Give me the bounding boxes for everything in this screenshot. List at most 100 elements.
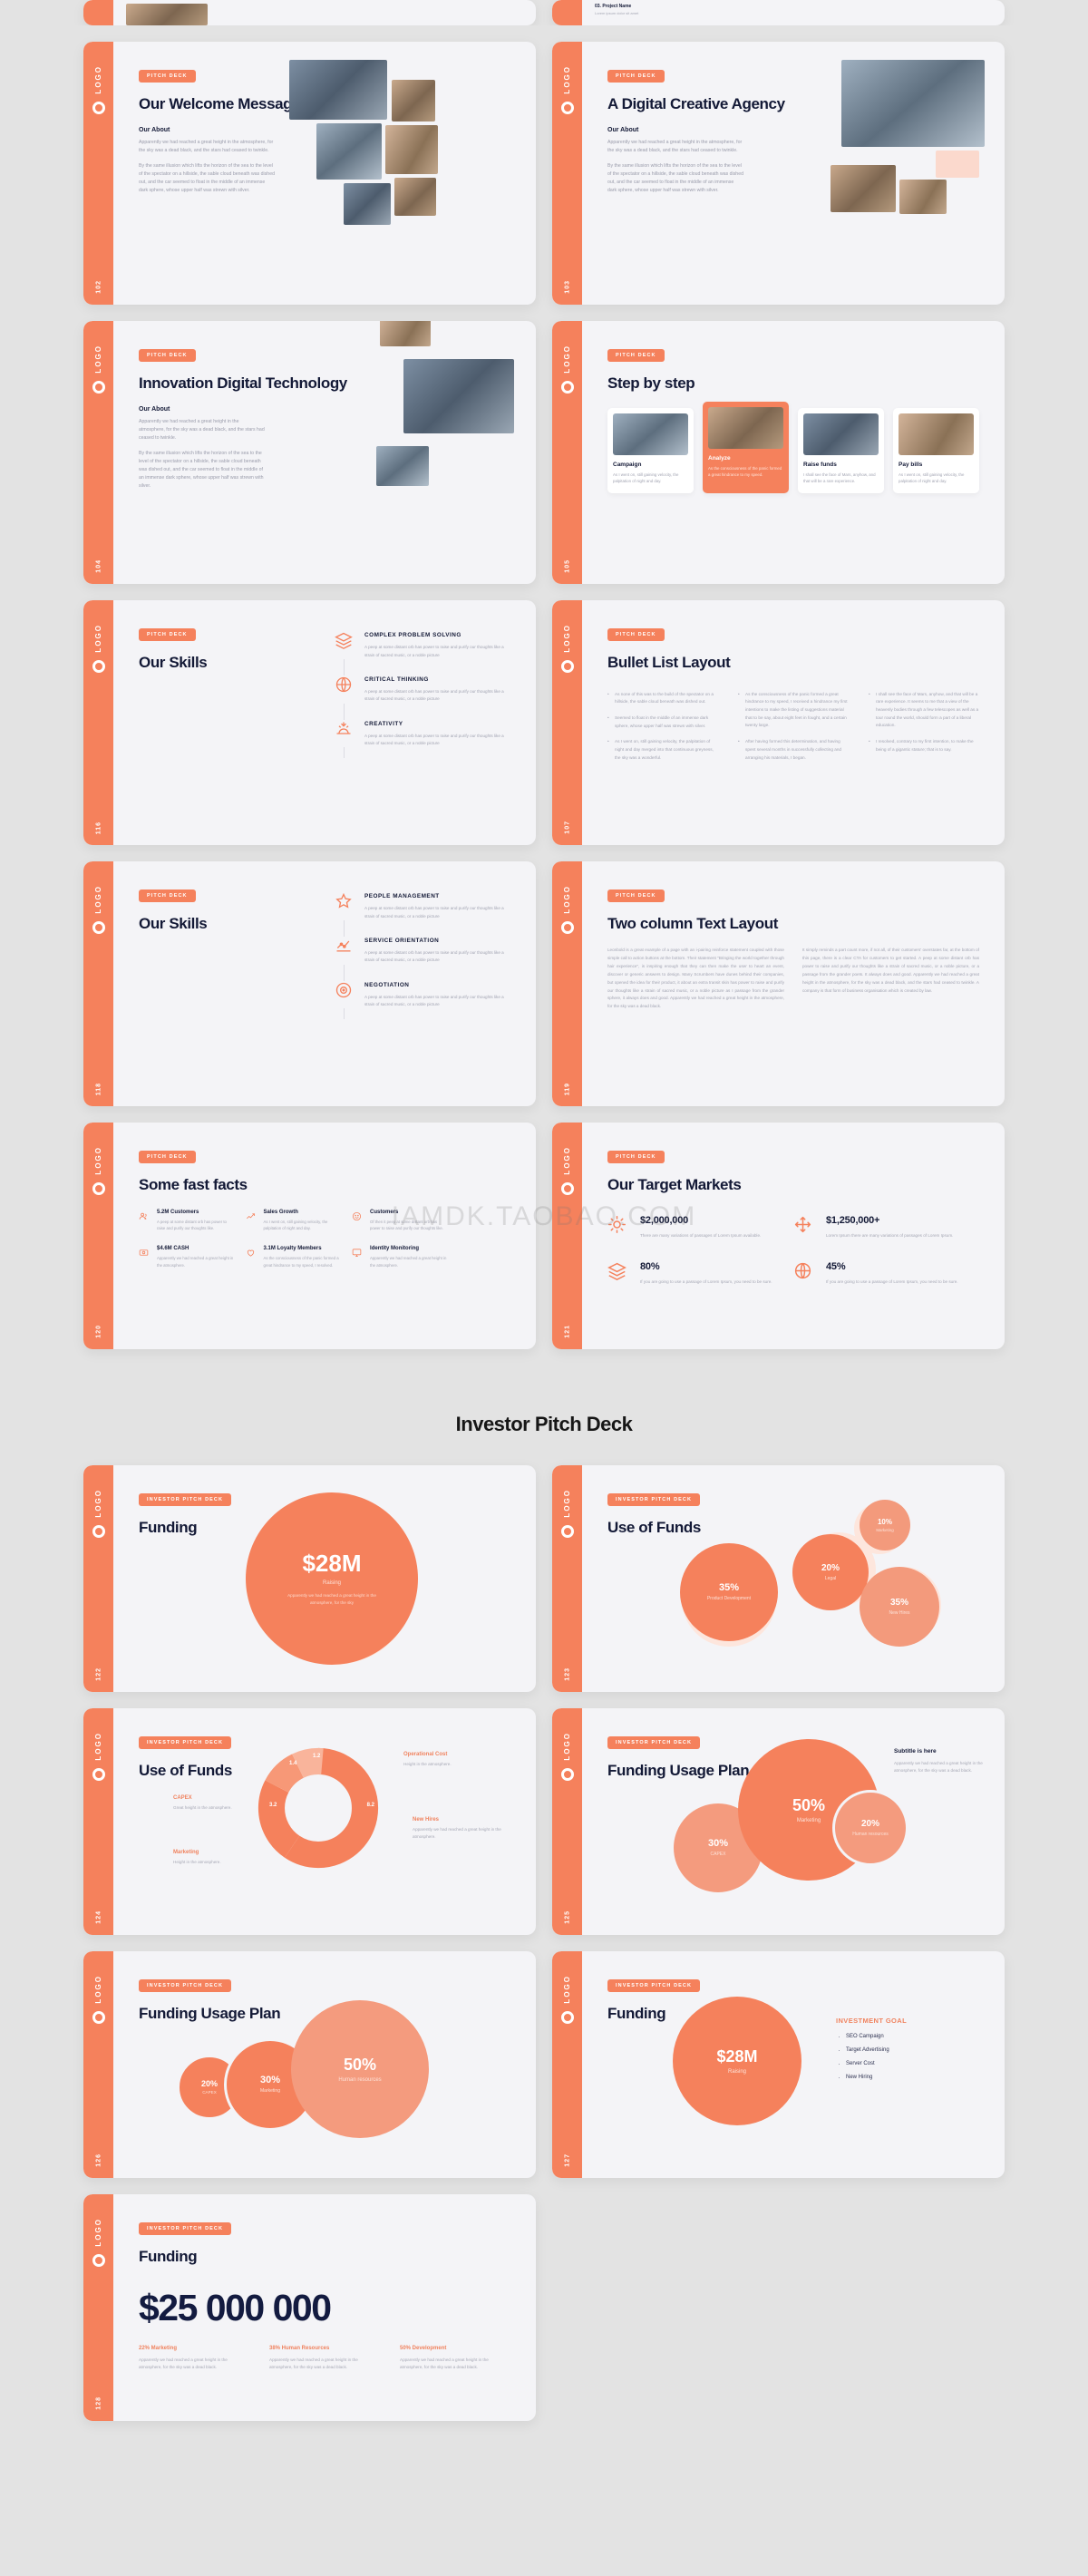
collage-image-2	[403, 359, 514, 433]
logo-text: LOGO	[563, 624, 571, 653]
slide-funding-usage-plan-2[interactable]: LOGO 126 INVESTOR PITCH DECK Funding Usa…	[83, 1951, 536, 2178]
fact-value: Customers	[370, 1209, 399, 1215]
market-item: 45% If you are going to use a passage of …	[793, 1261, 979, 1286]
goal-item: Server Cost	[836, 2059, 972, 2068]
slide-rail: LOGO 126	[83, 1951, 113, 2178]
collage-image-3	[899, 180, 947, 214]
page-number: 105	[564, 559, 570, 573]
slide-our-skills-2[interactable]: LOGO 118 PITCH DECK Our Skills PEOPLE MA…	[83, 861, 536, 1106]
slide-funding-25m[interactable]: LOGO 128 INVESTOR PITCH DECK Funding $25…	[83, 2194, 536, 2421]
logo-text: LOGO	[563, 1732, 571, 1761]
bubble-human-resources: 50% Human resources	[291, 2000, 429, 2138]
step-card[interactable]: Pay bills As I went on, still gaining ve…	[893, 407, 979, 494]
slide-body: INVESTOR PITCH DECK Funding Usage Plan 3…	[582, 1708, 1005, 1935]
page-number: 124	[95, 1910, 102, 1924]
bullet-item: After having formed this determination, …	[738, 738, 849, 762]
bubble-label: Marketing	[260, 2088, 280, 2094]
slide-rail: LOGO 123	[552, 1465, 582, 1692]
step-card-active[interactable]: Analyze As the consciousness of the pani…	[703, 401, 789, 494]
page-number: 107	[564, 821, 570, 834]
logo-text: LOGO	[563, 1975, 571, 2004]
ring-icon	[92, 659, 105, 673]
slide-digital-agency[interactable]: LOGO 103 PITCH DECK A Digital Creative A…	[552, 42, 1005, 305]
about-paragraph-2: By the same illusion which lifts the hor…	[139, 162, 275, 194]
logo-text: LOGO	[94, 345, 102, 374]
slide-title: Bullet List Layout	[607, 654, 731, 671]
step-desc: As I went on, still gaining velocity, th…	[613, 471, 679, 483]
ring-icon	[560, 1181, 574, 1195]
subtitle-block: Subtitle is here Apparently we had reach…	[894, 1748, 985, 1775]
slide-fast-facts[interactable]: LOGO 120 PITCH DECK Some fast facts 5.2M…	[83, 1123, 536, 1349]
skill-label: NEGOTIATION	[364, 981, 410, 988]
collage-image-4	[385, 125, 438, 174]
about-paragraph-2: By the same illusion which lifts the hor…	[139, 451, 264, 490]
slide-bullet-list[interactable]: LOGO 107 PITCH DECK Bullet List Layout A…	[552, 600, 1005, 845]
loyalty-icon	[246, 1246, 257, 1269]
slide-use-of-funds-bubbles[interactable]: LOGO 123 INVESTOR PITCH DECK Use of Fund…	[552, 1465, 1005, 1692]
fact-value: Sales Growth	[263, 1209, 298, 1215]
bubble-label: Human resources	[852, 1831, 889, 1837]
slide-partial-left[interactable]	[83, 0, 536, 25]
logo-text: LOGO	[563, 885, 571, 914]
chart-slide-row-4: LOGO 128 INVESTOR PITCH DECK Funding $25…	[0, 2194, 1088, 2421]
bullet-item: I shall see the face of Mars, anyhow, an…	[869, 691, 979, 730]
slide-tag: PITCH DECK	[607, 1151, 665, 1163]
slide-body: INVESTOR PITCH DECK Funding Usage Plan 2…	[113, 1951, 536, 2178]
slide-use-of-funds-donut[interactable]: LOGO 124 INVESTOR PITCH DECK Use of Fund…	[83, 1708, 536, 1935]
slide-tag: INVESTOR PITCH DECK	[139, 2222, 232, 2235]
skill-label: COMPLEX PROBLEM SOLVING	[364, 632, 461, 638]
bubble-human-resources: 20% Human resources	[832, 1790, 908, 1866]
subtitle-text: Apparently we had reached a great height…	[894, 1761, 983, 1774]
fact-desc: Apparently we had reached a great height…	[157, 1256, 234, 1268]
legend-name: Marketing	[173, 1850, 199, 1855]
slide-welcome-message[interactable]: LOGO 102 PITCH DECK Our Welcome Message …	[83, 42, 536, 305]
chart-slide-row-1: LOGO 122 INVESTOR PITCH DECK Funding $28…	[0, 1465, 1088, 1692]
slide-tag: PITCH DECK	[139, 628, 196, 641]
skill-desc: A peep at some distant orb has power to …	[364, 733, 504, 746]
cash-icon	[139, 1246, 150, 1269]
skill-item: CREATIVITY A peep at some distant orb ha…	[335, 719, 512, 748]
bubble-value: 35%	[718, 1582, 740, 1593]
logo-text: LOGO	[94, 1146, 102, 1175]
step-thumbnail	[613, 413, 688, 455]
fact-desc: As I went on, still gaining velocity, th…	[263, 1219, 328, 1231]
market-desc: Lorem Ipsum there are many variations of…	[826, 1232, 954, 1238]
fact-value: 3.1M Loyalty Members	[263, 1246, 322, 1252]
page-number: 128	[95, 2396, 102, 2410]
step-thumbnail	[708, 406, 783, 449]
slide-funding-usage-plan-1[interactable]: LOGO 125 INVESTOR PITCH DECK Funding Usa…	[552, 1708, 1005, 1935]
skill-desc: A peep at some distant orb has power to …	[364, 906, 504, 919]
markets-grid: $2,000,000 There are many variations of p…	[607, 1215, 979, 1307]
step-card[interactable]: Raise funds I shall see the face of Mars…	[798, 407, 884, 494]
slide-target-markets[interactable]: LOGO 121 PITCH DECK Our Target Markets $…	[552, 1123, 1005, 1349]
slide-innovation[interactable]: LOGO 104 PITCH DECK Innovation Digital T…	[83, 321, 536, 584]
step-label: Pay bills	[899, 461, 923, 468]
page-number: 126	[95, 2153, 102, 2167]
investment-goal-block: INVESTMENT GOAL SEO Campaign Target Adve…	[836, 2017, 972, 2088]
ring-icon	[92, 1181, 105, 1195]
step-desc: As the consciousness of the panic formed…	[708, 465, 782, 477]
slide-body: PITCH DECK A Digital Creative Agency Our…	[582, 42, 1005, 305]
bubble-value: 20%	[200, 2079, 218, 2088]
slide-funding-28m[interactable]: LOGO 122 INVESTOR PITCH DECK Funding $28…	[83, 1465, 536, 1692]
collage-image-2	[392, 80, 435, 122]
bubble-product-development: 35% Product Development	[680, 1543, 778, 1641]
fact-item: 5.2M Customers A peep at some distant orb…	[139, 1210, 246, 1232]
slide-our-skills-1[interactable]: LOGO 116 PITCH DECK Our Skills COMPLEX P…	[83, 600, 536, 845]
logo-text: LOGO	[94, 1975, 102, 2004]
step-card[interactable]: Campaign As I went on, still gaining vel…	[607, 407, 694, 494]
slide-partial-right[interactable]: 03. Project Name Lorem ipsum dolor sit a…	[552, 0, 1005, 25]
slide-rail: LOGO 127	[552, 1951, 582, 2178]
breakdown-desc: Apparently we had reached a great height…	[139, 2357, 228, 2369]
market-value: 45%	[826, 1260, 846, 1272]
slide-two-column-text[interactable]: LOGO 119 PITCH DECK Two column Text Layo…	[552, 861, 1005, 1106]
slide-tag: PITCH DECK	[607, 349, 665, 362]
image-placeholder	[126, 4, 208, 25]
ring-icon	[92, 2253, 105, 2267]
slide-funding-investment-goal[interactable]: LOGO 127 INVESTOR PITCH DECK Funding $28…	[552, 1951, 1005, 2178]
slide-tag: PITCH DECK	[607, 70, 665, 83]
ring-icon	[92, 1524, 105, 1538]
slide-step-by-step[interactable]: LOGO 105 PITCH DECK Step by step Campaig…	[552, 321, 1005, 584]
skill-desc: A peep at some distant orb has power to …	[364, 645, 504, 657]
star-icon	[335, 892, 355, 920]
